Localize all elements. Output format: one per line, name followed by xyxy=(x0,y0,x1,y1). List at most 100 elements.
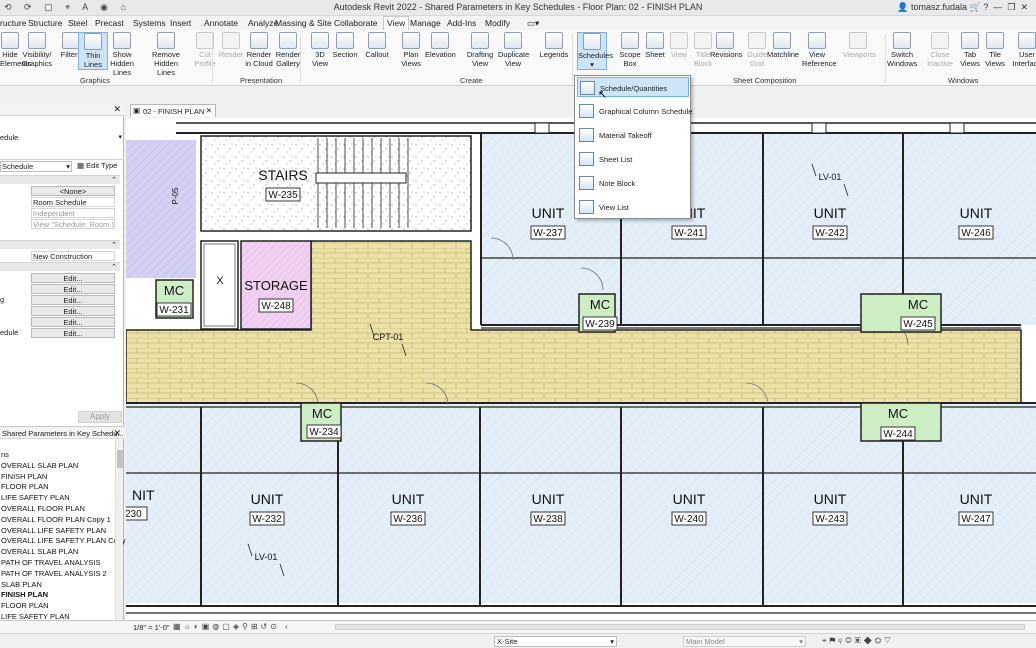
tab-collaborate[interactable]: Collaborate xyxy=(334,18,377,28)
minimize-icon[interactable]: — xyxy=(993,2,1002,12)
ribbon-button-render-gallery[interactable]: Render Gallery xyxy=(273,32,303,68)
browser-item[interactable]: FLOOR PLAN xyxy=(1,601,49,610)
tab-ructure[interactable]: ructure xyxy=(0,18,26,28)
chevron-down-icon[interactable]: ▾ xyxy=(578,60,606,69)
apply-button[interactable]: Apply xyxy=(78,411,122,423)
ribbon-button-remove-hidden-lines[interactable]: Remove Hidden Lines xyxy=(145,32,187,77)
ribbon-button-callout[interactable]: Callout xyxy=(362,32,392,59)
browser-item[interactable]: OVERALL LIFE SAFETY PLAN xyxy=(1,526,106,535)
restore-icon[interactable]: ❐ xyxy=(1007,2,1015,12)
browser-item[interactable]: PATH OF TRAVEL ANALYSIS xyxy=(1,558,100,567)
schedules-menu-item-material-takeoff[interactable]: Material Takeoff xyxy=(577,125,689,145)
browser-item[interactable]: OVERALL FLOOR PLAN xyxy=(1,504,85,513)
tab-options-icon[interactable]: ▭▾ xyxy=(527,18,539,29)
property-value[interactable]: Room Schedule xyxy=(31,197,115,207)
ribbon-button-drafting-view[interactable]: Drafting View xyxy=(465,32,495,68)
close-properties-icon[interactable]: ✕ xyxy=(113,104,121,115)
edit-button[interactable]: Edit... xyxy=(31,295,115,305)
close-icon[interactable]: ✕ xyxy=(1020,2,1028,12)
properties-group-header[interactable]: ⌃ xyxy=(0,240,120,249)
property-value[interactable]: Independent xyxy=(31,208,115,218)
edit-type-button[interactable]: ▦ Edit Type xyxy=(77,161,117,170)
tab-view[interactable]: View xyxy=(383,16,410,30)
ribbon-button-section[interactable]: Section xyxy=(330,32,360,59)
browser-item[interactable]: OVERALL SLAB PLAN xyxy=(1,547,78,556)
property-row[interactable]: Edit... xyxy=(0,317,120,327)
edit-button[interactable]: <None> xyxy=(31,186,115,196)
ribbon-button-render[interactable]: Render xyxy=(216,32,246,59)
browser-item[interactable]: OVERALL FLOOR PLAN Copy 1 xyxy=(1,515,111,524)
collapse-icon[interactable]: ⌃ xyxy=(111,176,117,184)
property-row[interactable]: New Construction xyxy=(0,251,120,261)
property-row[interactable]: <None> xyxy=(0,186,120,196)
schedules-menu-item-view-list[interactable]: View List xyxy=(577,197,689,217)
chevron-down-icon[interactable]: ▾ xyxy=(118,133,122,141)
browser-item[interactable]: SLAB PLAN xyxy=(1,580,42,589)
property-row[interactable]: Edit... xyxy=(0,273,120,283)
schedules-menu-item-note-block[interactable]: Note Block xyxy=(577,173,689,193)
close-view-tab-icon[interactable]: ✕ xyxy=(206,106,212,115)
browser-scrollbar[interactable] xyxy=(115,440,123,632)
ribbon-button-matchline[interactable]: Matchline xyxy=(767,32,799,59)
ribbon-button-visibility-graphics[interactable]: Visibility/Graphics xyxy=(20,32,54,68)
tab-insert[interactable]: Insert xyxy=(170,18,191,28)
schedules-menu-item-sheet-list[interactable]: Sheet List xyxy=(577,149,689,169)
browser-item[interactable]: PATH OF TRAVEL ANALYSIS 2 xyxy=(1,569,107,578)
browser-item[interactable]: FINISH PLAN xyxy=(1,590,48,599)
property-row[interactable]: Edit... xyxy=(0,306,120,316)
property-value[interactable]: View "Schedule: Room S... xyxy=(31,219,115,229)
property-row[interactable]: Room Schedule xyxy=(0,197,120,207)
ribbon-button-revisions[interactable]: Revisions xyxy=(710,32,743,59)
ribbon-button-legends[interactable]: Legends xyxy=(539,32,569,59)
properties-group-header[interactable]: ⌃ xyxy=(0,175,120,184)
status-icons[interactable]: ⌖⚑⚲◎▣◆⛭▽ xyxy=(822,636,894,646)
collapse-icon[interactable]: ⌃ xyxy=(111,263,117,271)
type-selector[interactable]: edule ▾ xyxy=(0,118,124,160)
tab-manage[interactable]: Manage xyxy=(410,18,441,28)
collapse-icon[interactable]: ⌃ xyxy=(111,241,117,249)
tab-annotate[interactable]: Annotate xyxy=(204,18,238,28)
horizontal-scrollbar[interactable] xyxy=(335,624,1025,630)
title-bar-right[interactable]: 👤 tomasz.fudala 🛒 ? — ❐ ✕ xyxy=(897,2,1028,13)
browser-item[interactable]: FLOOR PLAN xyxy=(1,482,49,491)
ribbon-button-elevation[interactable]: Elevation xyxy=(425,32,456,59)
edit-button[interactable]: Edit... xyxy=(31,273,115,283)
ribbon-button-schedules[interactable]: Schedules ▾ xyxy=(577,32,613,70)
ribbon-button-view-reference[interactable]: View Reference xyxy=(802,32,837,68)
edit-button[interactable]: Edit... xyxy=(31,317,115,327)
edit-button[interactable]: Edit... xyxy=(31,306,115,316)
user-icon[interactable]: 👤 xyxy=(897,2,911,12)
property-row[interactable]: edule Edit... xyxy=(0,328,120,338)
cart-icon[interactable]: 🛒 xyxy=(970,2,981,12)
ribbon-button-show-hidden-lines[interactable]: Show Hidden Lines xyxy=(101,32,143,77)
tab-modify[interactable]: Modify xyxy=(485,18,510,28)
ribbon-button-duplicate-view[interactable]: Duplicate View xyxy=(498,32,529,68)
browser-item[interactable]: OVERALL LIFE SAFETY PLAN Copy xyxy=(1,536,126,545)
property-row[interactable]: Edit... xyxy=(0,284,120,294)
browser-item[interactable]: ns xyxy=(1,450,9,459)
ribbon-button-user-interface[interactable]: UserInterface xyxy=(1012,32,1036,68)
property-row[interactable]: g Edit... xyxy=(0,295,120,305)
browser-item[interactable]: LIFE SAFETY PLAN xyxy=(1,493,70,502)
tab-precast[interactable]: Precast xyxy=(95,18,124,28)
tab-steel[interactable]: Steel xyxy=(68,18,87,28)
instance-selector[interactable]: Schedule ▾ xyxy=(0,161,72,172)
ribbon-button-hide-elements[interactable]: Hide Elements xyxy=(0,32,31,68)
user-name[interactable]: tomasz.fudala xyxy=(911,2,967,12)
ribbon-button-switch-windows[interactable]: Switch Windows xyxy=(887,32,917,68)
view-scale[interactable]: 1/8" = 1'-0" xyxy=(133,623,170,632)
tab-add-ins[interactable]: Add-Ins xyxy=(447,18,476,28)
ribbon-button-plan-views[interactable]: Plan Views xyxy=(396,32,426,68)
view-control-icons[interactable]: ▦☼◐▣◍▢◈⚲⊞↺⊙ ‹ xyxy=(173,622,291,631)
ribbon-button-render-in-cloud[interactable]: Render in Cloud xyxy=(244,32,274,68)
tab-structure[interactable]: Structure xyxy=(28,18,63,28)
edit-button[interactable]: Edit... xyxy=(31,284,115,294)
tab-systems[interactable]: Systems xyxy=(133,18,166,28)
browser-item[interactable]: FINISH PLAN xyxy=(1,472,47,481)
property-row[interactable]: View "Schedule: Room S... xyxy=(0,219,120,229)
close-browser-icon[interactable]: ✕ xyxy=(113,428,121,439)
property-row[interactable]: Independent xyxy=(0,208,120,218)
tab-analyze[interactable]: Analyze xyxy=(248,18,278,28)
ribbon-button-close-inactive[interactable]: Close Inactive xyxy=(925,32,955,68)
ribbon-button-tile-views[interactable]: Tile Views xyxy=(980,32,1010,68)
